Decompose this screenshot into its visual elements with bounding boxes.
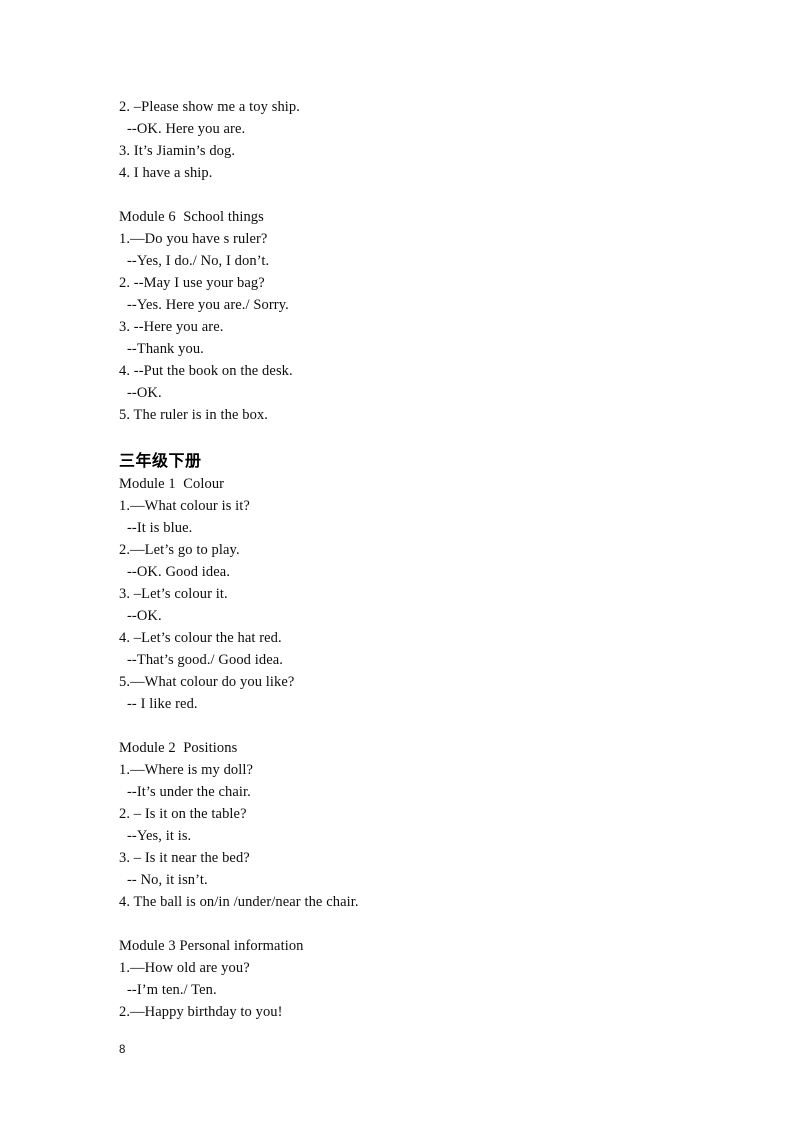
page-number: 8	[119, 1044, 126, 1056]
text-line: 1.—Do you have s ruler?	[119, 231, 268, 247]
answer-line: --Yes, it is.	[127, 828, 192, 844]
text-line: 4. The ball is on/in /under/near the cha…	[119, 894, 359, 910]
text-line: 1.—How old are you?	[119, 960, 250, 976]
answer-line: --That’s good./ Good idea.	[127, 652, 284, 668]
text-line: 3. – Is it near the bed?	[119, 850, 250, 866]
text-line: 4. --Put the book on the desk.	[119, 363, 293, 379]
text-line: 1.—What colour is it?	[119, 498, 250, 514]
answer-line: --OK. Good idea.	[127, 564, 231, 580]
answer-line: --OK.	[127, 608, 162, 624]
text-line: 3. –Let’s colour it.	[119, 586, 228, 602]
text-line: 3. --Here you are.	[119, 319, 224, 335]
answer-line: --OK.	[127, 385, 162, 401]
answer-line: --It’s under the chair.	[127, 784, 251, 800]
text-line: 2.—Happy birthday to you!	[119, 1004, 283, 1020]
text-line: 1.—Where is my doll?	[119, 762, 254, 778]
answer-line: --I’m ten./ Ten.	[127, 982, 217, 998]
answer-line: -- I like red.	[127, 696, 198, 712]
module-title: Module 3 Personal information	[119, 938, 304, 954]
text-line: 3. It’s Jiamin’s dog.	[119, 143, 236, 159]
text-line: 4. I have a ship.	[119, 165, 213, 181]
answer-line: --OK. Here you are.	[127, 121, 246, 137]
text-line: 2. –Please show me a toy ship.	[119, 99, 301, 115]
answer-line: -- No, it isn’t.	[127, 872, 208, 888]
text-line: 2. --May I use your bag?	[119, 275, 265, 291]
module-title: Module 1 Colour	[119, 476, 225, 492]
grade-section-heading: 三年级下册	[119, 451, 202, 470]
answer-line: --It is blue.	[127, 520, 193, 536]
document-page: 2. –Please show me a toy ship. --OK. Here…	[0, 0, 794, 1123]
answer-line: --Thank you.	[127, 341, 204, 357]
text-line: 4. –Let’s colour the hat red.	[119, 630, 282, 646]
text-line: 2.—Let’s go to play.	[119, 542, 240, 558]
page-body: 2. –Please show me a toy ship. --OK. Here…	[119, 96, 679, 1023]
module-title: Module 6 School things	[119, 209, 264, 225]
answer-line: --Yes. Here you are./ Sorry.	[127, 297, 289, 313]
answer-line: --Yes, I do./ No, I don’t.	[127, 253, 270, 269]
module-title: Module 2 Positions	[119, 740, 238, 756]
text-line: 2. – Is it on the table?	[119, 806, 247, 822]
text-line: 5. The ruler is in the box.	[119, 407, 269, 423]
text-line: 5.—What colour do you like?	[119, 674, 295, 690]
